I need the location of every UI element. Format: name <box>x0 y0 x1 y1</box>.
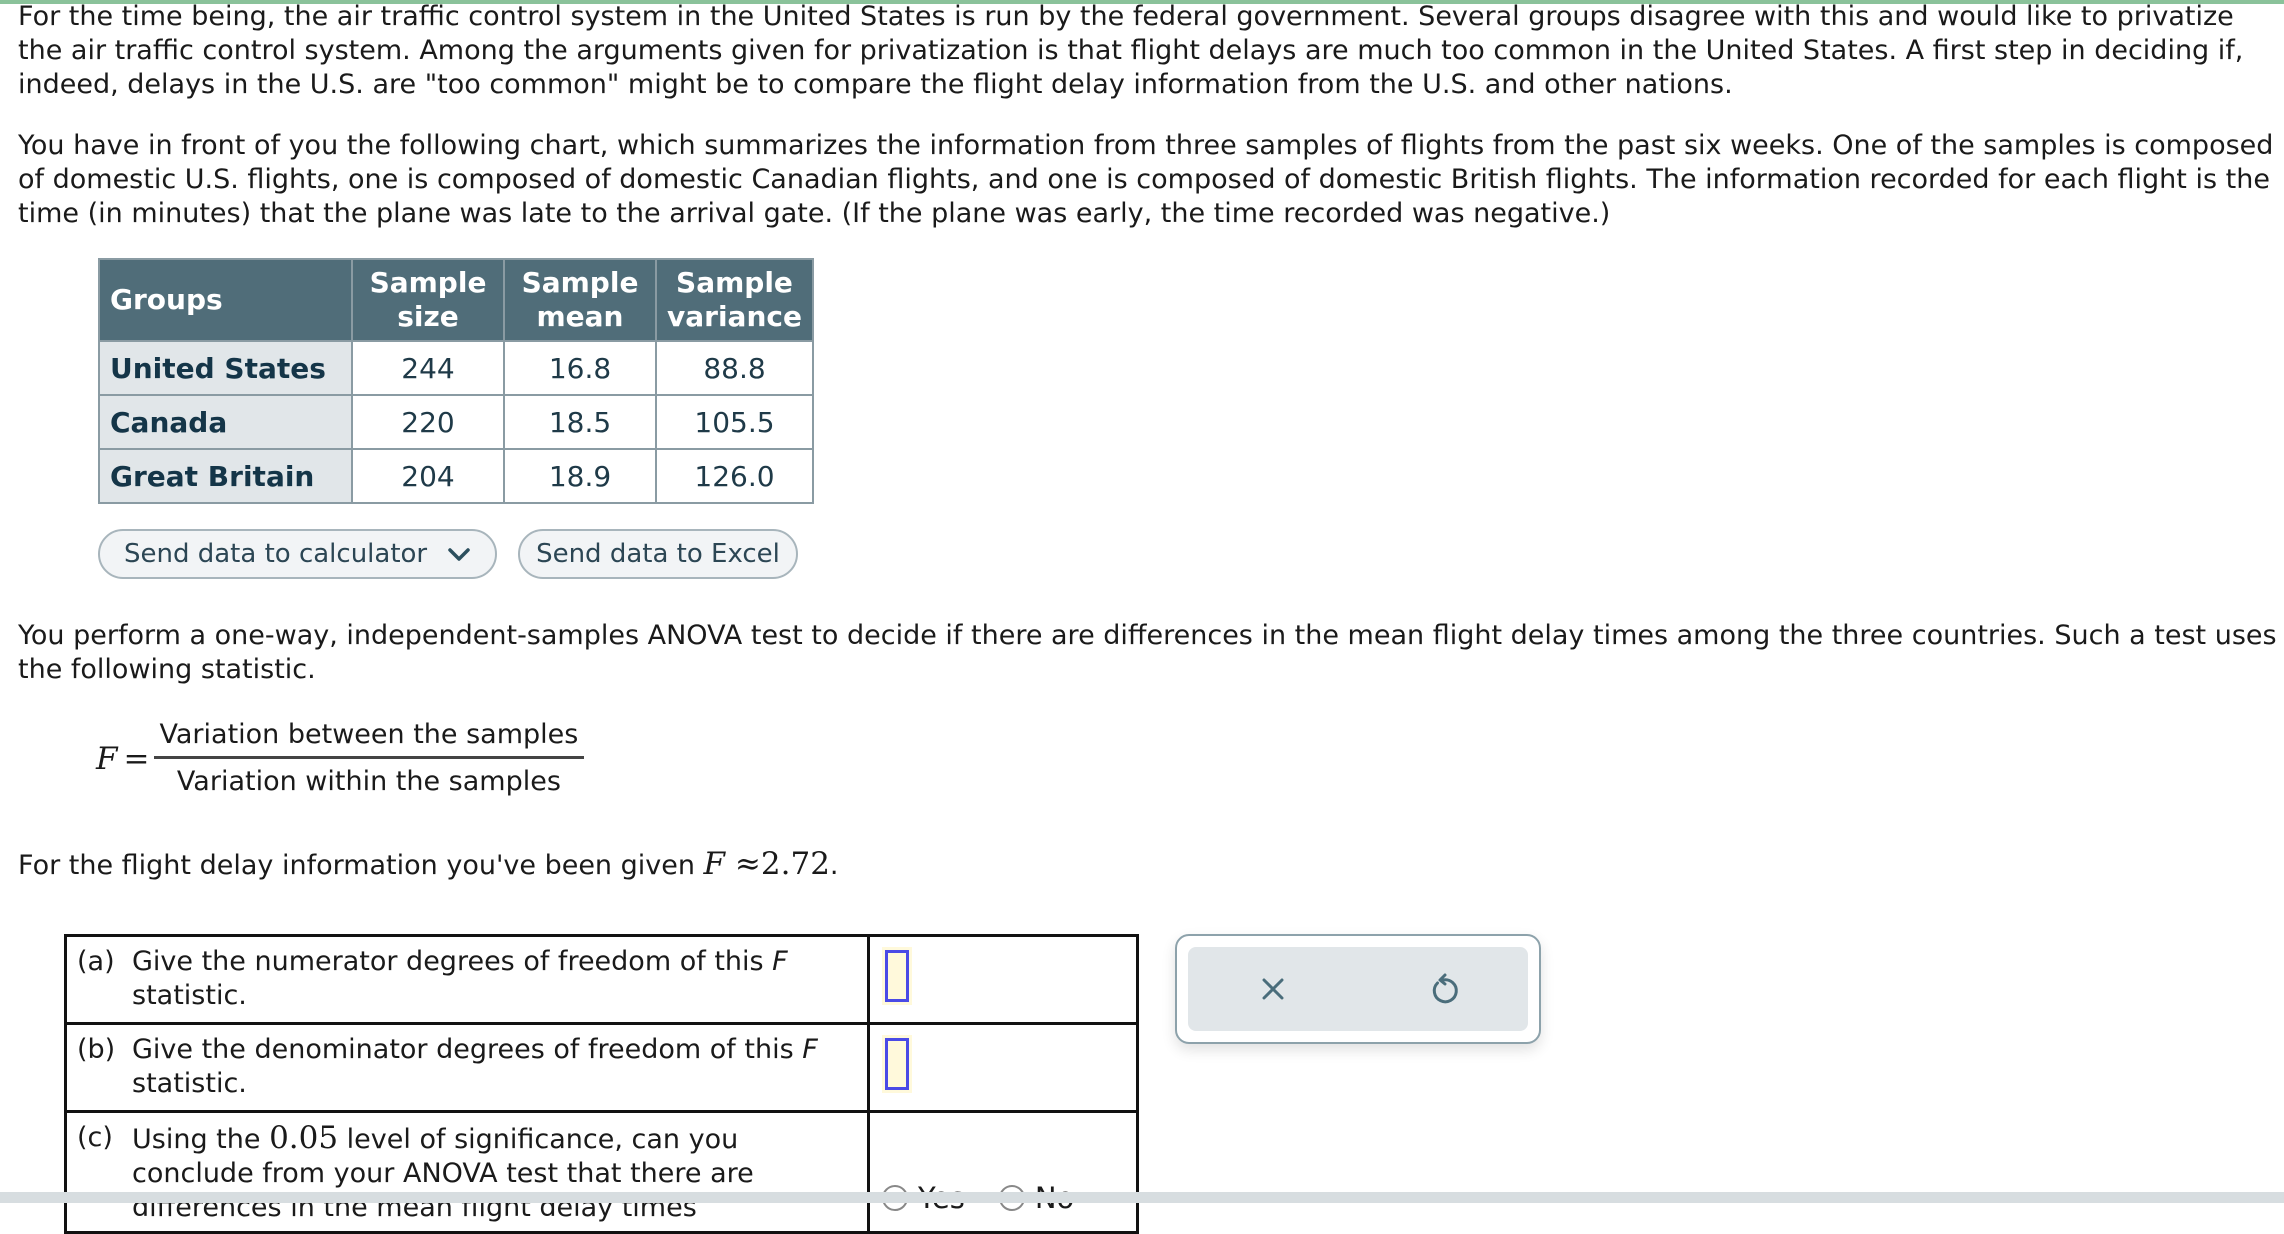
question-row-c: (c) Using the 0.05 level of significance… <box>64 1110 1139 1234</box>
group-name: Canada <box>98 394 353 450</box>
input-box[interactable] <box>885 1038 909 1090</box>
answer-tools-inner <box>1188 947 1528 1031</box>
undo-reset-icon[interactable] <box>1423 969 1463 1009</box>
sample-variance: 126.0 <box>655 448 814 504</box>
question-text-part: Using the <box>132 1124 270 1155</box>
question-label: (c) <box>77 1122 113 1153</box>
f-statistic-formula: F = Variation between the samples Variat… <box>96 718 585 799</box>
fraction-denominator: Variation within the samples <box>176 766 561 797</box>
question-text: (b) Give the denominator degrees of free… <box>64 1022 870 1113</box>
chevron-down-icon <box>448 548 470 561</box>
answer-cell <box>867 934 1139 1025</box>
table-header-row: Groups Sample size Sample mean Sample va… <box>98 258 814 342</box>
answer-tools-panel <box>1175 934 1541 1044</box>
f-symbol: F <box>96 740 118 777</box>
sample-mean: 16.8 <box>503 340 657 396</box>
question-label: (a) <box>77 946 115 977</box>
f-value: ≈2.72 <box>725 846 830 882</box>
question-text: (c) Using the 0.05 level of significance… <box>64 1110 870 1234</box>
numerator-df-input[interactable] <box>882 947 912 1005</box>
header-sample-size: Sample size <box>351 258 505 342</box>
denominator-df-input[interactable] <box>882 1035 912 1093</box>
f-value-symbol: F <box>703 846 726 882</box>
f-value-prefix: For the flight delay information you've … <box>18 850 704 881</box>
send-to-calculator-label: Send data to calculator <box>124 539 428 569</box>
significance-level: 0.05 <box>269 1120 339 1156</box>
f-value-suffix: . <box>829 850 839 881</box>
header-groups: Groups <box>98 258 353 342</box>
sample-size: 204 <box>351 448 505 504</box>
answer-cell <box>867 1022 1139 1113</box>
group-name: United States <box>98 340 353 396</box>
header-sample-mean: Sample mean <box>503 258 657 342</box>
table-row: Great Britain 204 18.9 126.0 <box>98 448 814 504</box>
question-text: (a) Give the numerator degrees of freedo… <box>64 934 870 1025</box>
close-icon[interactable] <box>1253 969 1293 1009</box>
sample-variance: 88.8 <box>655 340 814 396</box>
question-text-part: statistic. <box>132 1068 247 1099</box>
group-name: Great Britain <box>98 448 353 504</box>
answer-cell: Yes No <box>867 1110 1139 1234</box>
send-to-calculator-button[interactable]: Send data to calculator <box>98 529 497 579</box>
send-to-excel-label: Send data to Excel <box>536 539 780 569</box>
send-to-excel-button[interactable]: Send data to Excel <box>518 529 798 579</box>
fraction: Variation between the samples Variation … <box>153 718 585 799</box>
flight-delay-table: Groups Sample size Sample mean Sample va… <box>98 258 814 504</box>
intro-paragraph-1: For the time being, the air traffic cont… <box>18 1 2244 100</box>
fraction-numerator: Variation between the samples <box>153 718 585 759</box>
question-text-part: statistic. <box>132 980 247 1011</box>
question-italic-f: F <box>802 1034 818 1065</box>
question-row-b: (b) Give the denominator degrees of free… <box>64 1022 1139 1113</box>
sample-mean: 18.5 <box>503 394 657 450</box>
sample-size: 220 <box>351 394 505 450</box>
table-row: Canada 220 18.5 105.5 <box>98 394 814 450</box>
bottom-scroll-bar[interactable] <box>0 1192 2284 1203</box>
question-body: Give the numerator degrees of freedom of… <box>132 945 857 1013</box>
intro-paragraph-2: You have in front of you the following c… <box>18 130 2274 229</box>
question-label: (b) <box>77 1034 116 1065</box>
questions-table: (a) Give the numerator degrees of freedo… <box>64 934 1139 1234</box>
question-body: Using the 0.05 level of significance, ca… <box>132 1121 857 1225</box>
equals-sign: = <box>123 740 150 777</box>
question-body: Give the denominator degrees of freedom … <box>132 1033 857 1101</box>
question-text-part: Give the numerator degrees of freedom of… <box>132 946 773 977</box>
input-box[interactable] <box>885 950 909 1002</box>
question-italic-f: F <box>772 946 788 977</box>
question-text-part: Give the denominator degrees of freedom … <box>132 1034 803 1065</box>
sample-size: 244 <box>351 340 505 396</box>
question-row-a: (a) Give the numerator degrees of freedo… <box>64 934 1139 1025</box>
header-sample-variance: Sample variance <box>655 258 814 342</box>
table-row: United States 244 16.8 88.8 <box>98 340 814 396</box>
sample-variance: 105.5 <box>655 394 814 450</box>
sample-mean: 18.9 <box>503 448 657 504</box>
f-value-statement: For the flight delay information you've … <box>18 847 2278 883</box>
anova-paragraph: You perform a one-way, independent-sampl… <box>18 620 2277 685</box>
